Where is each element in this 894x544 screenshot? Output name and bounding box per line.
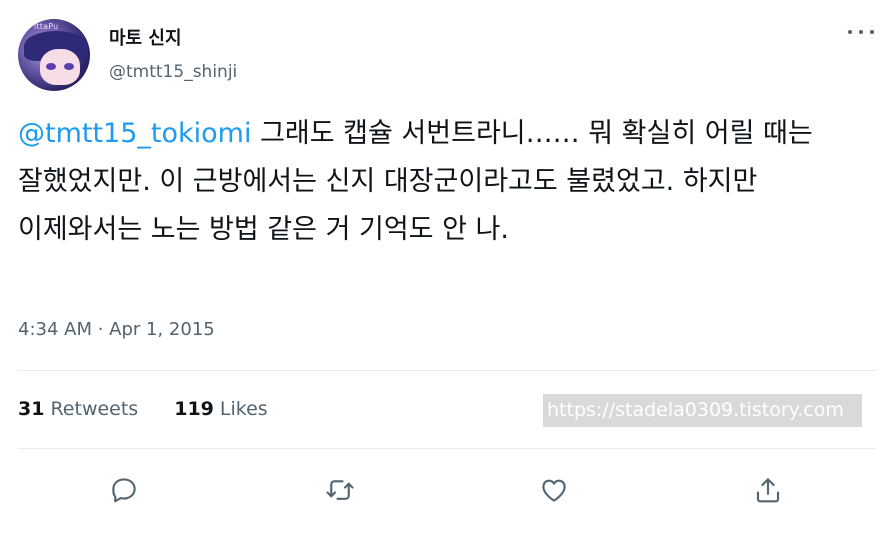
watermark: https://stadela0309.tistory.com: [543, 394, 862, 427]
likes-label: Likes: [219, 398, 268, 420]
avatar-logo-text: ittaPu: [34, 22, 59, 31]
likes-count: 119: [174, 398, 214, 420]
share-icon: [756, 478, 780, 503]
avatar-eye: [64, 63, 74, 70]
user-handle[interactable]: @tmtt15_shinji: [109, 62, 237, 82]
retweet-button[interactable]: [320, 470, 360, 510]
avatar-eye: [46, 63, 56, 70]
timestamp[interactable]: 4:34 AM · Apr 1, 2015: [18, 319, 215, 340]
retweet-icon: [326, 480, 354, 500]
tweet-card: ittaPu 마토 신지 @tmtt15_shinji @tmtt15_toki…: [0, 0, 894, 544]
engagement-stats: 31 Retweets 119 Likes: [18, 398, 304, 420]
divider: [18, 448, 876, 449]
tweet-text: @tmtt15_tokiomi 그래도 캡슐 서번트라니…… 뭐 확실히 어릴 …: [18, 110, 878, 254]
dot: [870, 30, 874, 34]
share-button[interactable]: [748, 470, 788, 510]
dot: [859, 30, 863, 34]
divider: [18, 370, 876, 371]
likes-stat[interactable]: 119 Likes: [174, 398, 267, 420]
reply-button[interactable]: [104, 470, 144, 510]
display-name[interactable]: 마토 신지: [109, 24, 182, 50]
heart-icon: [542, 479, 566, 502]
retweets-stat[interactable]: 31 Retweets: [18, 398, 138, 420]
retweets-label: Retweets: [50, 398, 139, 420]
more-options-icon[interactable]: [848, 22, 874, 42]
reply-icon: [112, 478, 136, 503]
like-button[interactable]: [534, 470, 574, 510]
retweets-count: 31: [18, 398, 45, 420]
avatar[interactable]: ittaPu: [18, 19, 90, 91]
dot: [848, 30, 852, 34]
mention-link[interactable]: @tmtt15_tokiomi: [18, 118, 251, 149]
action-bar: [0, 470, 894, 510]
